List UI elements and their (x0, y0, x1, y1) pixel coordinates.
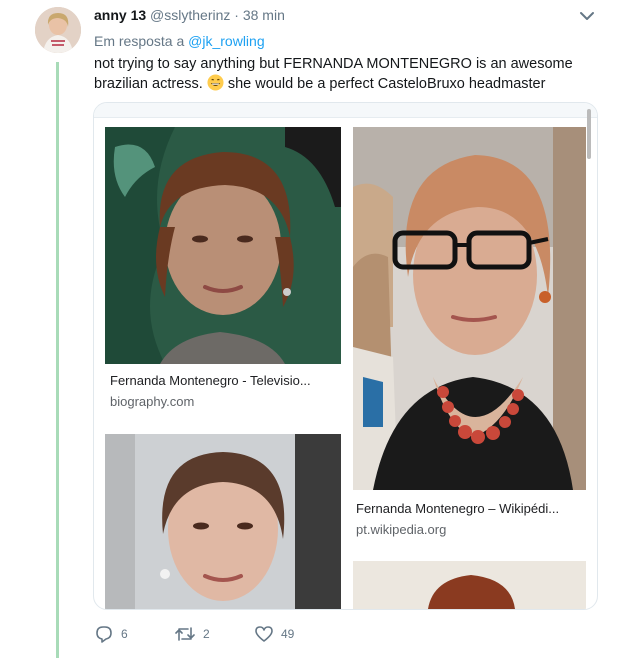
card-scrollbar[interactable] (587, 109, 591, 159)
reply-action[interactable]: 6 (94, 624, 128, 644)
tweet-timestamp[interactable]: 38 min (243, 7, 285, 23)
reply-count: 6 (121, 627, 128, 641)
result-title-1[interactable]: Fernanda Montenegro - Televisio... (110, 373, 311, 388)
result-title-2[interactable]: Fernanda Montenegro – Wikipédi... (356, 501, 559, 516)
result-image-1[interactable] (105, 127, 341, 364)
retweet-action[interactable]: 2 (174, 624, 210, 644)
author-name[interactable]: anny 13 (94, 7, 146, 23)
result-image-3[interactable] (105, 434, 341, 609)
thread-connector-line (56, 62, 59, 658)
result-source-2[interactable]: pt.wikipedia.org (356, 522, 446, 537)
avatar-photo (35, 7, 81, 53)
grinning-face-emoji-icon (207, 74, 224, 91)
retweet-icon (175, 627, 195, 641)
like-action[interactable]: 49 (254, 624, 294, 644)
result-source-1[interactable]: biography.com (110, 394, 194, 409)
image-search-card[interactable]: Fernanda Montenegro - Televisio... biogr… (93, 102, 598, 610)
author-handle[interactable]: @sslytherinz (150, 7, 230, 23)
reply-to-link[interactable]: @jk_rowling (188, 33, 264, 49)
chevron-down-icon[interactable] (577, 8, 597, 24)
header-separator: · (234, 7, 239, 23)
reply-icon (96, 626, 112, 643)
reply-context: Em resposta a @jk_rowling (94, 32, 265, 50)
retweet-count: 2 (203, 627, 210, 641)
result-image-2[interactable] (353, 127, 586, 490)
tweet-text: not trying to say anything but FERNANDA … (94, 55, 584, 94)
heart-icon (255, 626, 273, 642)
result-image-4[interactable] (353, 561, 586, 609)
tweet-text-part2: she would be a perfect CasteloBruxo head… (227, 76, 546, 92)
like-count: 49 (281, 627, 295, 641)
reply-prefix: Em resposta a (94, 33, 185, 49)
avatar[interactable] (35, 7, 81, 53)
tweet-header: anny 13 @sslytherinz · 38 min (94, 6, 285, 24)
card-top-bar (94, 103, 597, 118)
